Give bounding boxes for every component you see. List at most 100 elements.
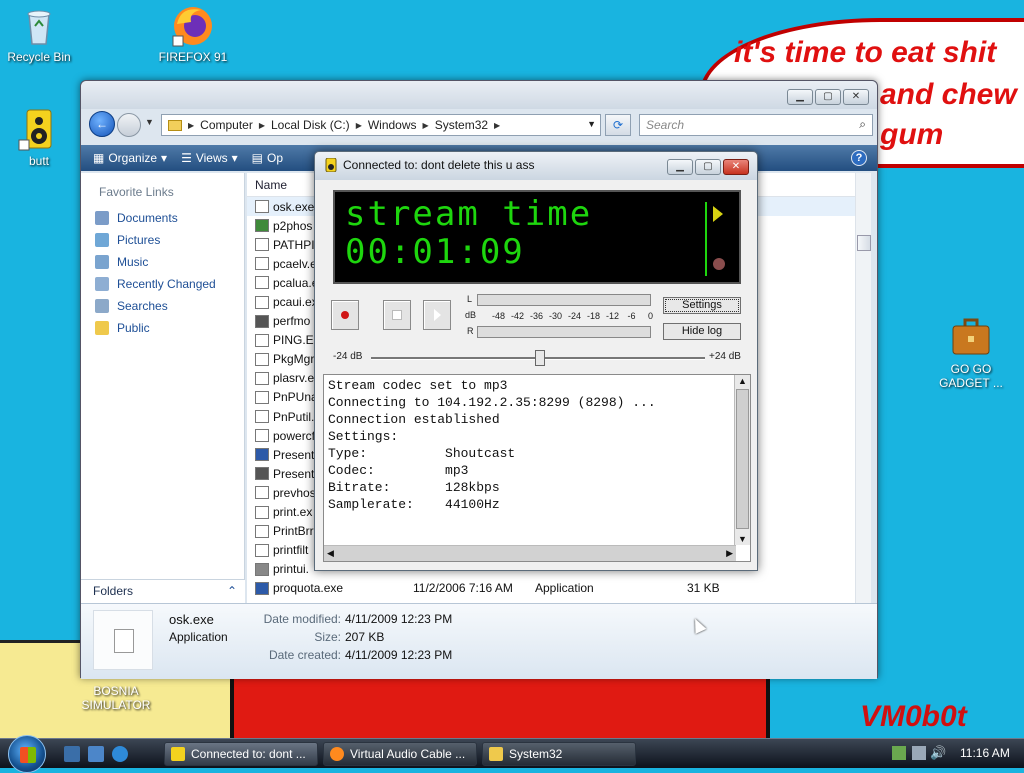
open-button[interactable]: ▤ Op	[252, 151, 283, 165]
start-button[interactable]	[8, 735, 46, 773]
organize-menu[interactable]: ▦ Organize ▾	[93, 151, 167, 165]
minimize-button[interactable]: ▁	[667, 159, 693, 175]
file-icon	[255, 333, 269, 347]
file-icon	[255, 543, 269, 557]
help-icon[interactable]: ?	[851, 150, 867, 166]
nav-link-pictures[interactable]: Pictures	[81, 229, 244, 251]
bubble-line-3: gum	[880, 118, 944, 151]
scroll-down-icon[interactable]: ▼	[738, 534, 747, 544]
scrollbar-thumb[interactable]	[857, 235, 871, 251]
stop-button[interactable]	[383, 300, 411, 330]
internet-explorer-icon[interactable]	[112, 746, 128, 762]
nav-link-documents[interactable]: Documents	[81, 207, 244, 229]
action-center-icon[interactable]	[912, 746, 926, 760]
scroll-left-icon[interactable]: ◀	[327, 548, 334, 559]
file-icon	[255, 505, 269, 519]
chevron-right-icon[interactable]: ▶	[356, 121, 362, 130]
file-icon	[255, 390, 269, 404]
search-input[interactable]: Search ⌕	[639, 114, 873, 136]
folder-icon	[168, 119, 182, 131]
butt-window: Connected to: dont delete this u ass ▁ ▢…	[314, 151, 758, 571]
switch-windows-icon[interactable]	[88, 746, 104, 762]
show-desktop-icon[interactable]	[64, 746, 80, 762]
breadcrumb-local-disk[interactable]: Local Disk (C:)	[271, 118, 350, 132]
chevron-down-icon: ▾	[161, 151, 168, 165]
nav-link-public[interactable]: Public	[81, 317, 244, 339]
scroll-up-icon[interactable]: ▲	[738, 376, 747, 386]
desktop-icon-recycle-bin[interactable]: Recycle Bin	[0, 4, 84, 64]
taskbar-button-system32[interactable]: System32	[482, 742, 636, 766]
clock[interactable]: 11:16 AM	[960, 746, 1010, 760]
file-icon	[255, 219, 269, 233]
explorer-titlebar[interactable]: ▁ ▢ ✕	[81, 81, 877, 109]
file-icon	[255, 448, 269, 462]
breadcrumb-windows[interactable]: Windows	[368, 118, 417, 132]
bubble-line-2: and chew	[880, 78, 1017, 111]
file-name: Present	[273, 466, 315, 481]
chevron-right-icon[interactable]: ▶	[259, 121, 265, 130]
address-bar[interactable]: ▶ Computer ▶ Local Disk (C:) ▶ Windows ▶…	[161, 114, 601, 136]
taskbar-button-butt[interactable]: Connected to: dont ...	[164, 742, 318, 766]
breadcrumb-computer[interactable]: Computer	[200, 118, 253, 132]
volume-icon[interactable]: 🔊	[930, 746, 946, 760]
nav-link-music[interactable]: Music	[81, 251, 244, 273]
gain-slider-thumb[interactable]	[535, 350, 545, 366]
close-button[interactable]: ✕	[843, 89, 869, 105]
log-horizontal-scrollbar[interactable]: ◀ ▶	[324, 545, 736, 561]
desktop-icon-bosnia-simulator[interactable]: BOSNIA SIMULATOR	[71, 684, 161, 712]
views-menu[interactable]: ☰ Views ▾	[181, 151, 238, 165]
butt-titlebar[interactable]: Connected to: dont delete this u ass ▁ ▢…	[315, 152, 757, 180]
taskbar-button-virtual-audio-cable[interactable]: Virtual Audio Cable ...	[323, 742, 477, 766]
file-date: 11/2/2006 7:16 AM	[413, 581, 513, 596]
breadcrumb-system32[interactable]: System32	[435, 118, 488, 132]
scrollbar-thumb[interactable]	[736, 389, 749, 529]
search-icon[interactable]: ⌕	[859, 117, 866, 132]
close-button[interactable]: ✕	[723, 159, 749, 175]
chevron-right-icon[interactable]: ▶	[188, 121, 194, 130]
nav-link-recently-changed[interactable]: Recently Changed	[81, 273, 244, 295]
log-text: Stream codec set to mp3 Connecting to 104…	[328, 377, 656, 513]
file-list-scrollbar[interactable]	[855, 173, 871, 603]
nav-link-searches[interactable]: Searches	[81, 295, 244, 317]
network-icon[interactable]	[892, 746, 906, 760]
chevron-right-icon[interactable]: ▶	[494, 121, 500, 130]
desktop-icon-firefox[interactable]: FIREFOX 91	[148, 4, 238, 64]
folder-icon	[489, 747, 503, 761]
log-vertical-scrollbar[interactable]: ▲ ▼	[734, 375, 750, 545]
folders-toggle[interactable]: Folders ⌃	[81, 579, 245, 603]
address-row: ← ▼ ▶ Computer ▶ Local Disk (C:) ▶ Windo…	[87, 111, 873, 139]
taskbar: Connected to: dont ... Virtual Audio Cab…	[0, 735, 1024, 773]
file-name: printfilt	[273, 543, 309, 558]
minimize-button[interactable]: ▁	[787, 89, 813, 105]
chevron-right-icon[interactable]: ▶	[423, 121, 429, 130]
details-created-label: Date created:	[268, 648, 341, 662]
table-row[interactable]: proquota.exe 11/2/2006 7:16 AM Applicati…	[247, 579, 869, 598]
file-icon	[255, 238, 269, 252]
file-name: pcaui.ex	[273, 295, 318, 310]
forward-button[interactable]	[117, 113, 141, 137]
scroll-right-icon[interactable]: ▶	[726, 548, 733, 559]
hide-log-button[interactable]: Hide log	[663, 323, 741, 340]
gain-min-label: -24 dB	[333, 351, 363, 362]
searches-icon	[95, 299, 109, 313]
maximize-button[interactable]: ▢	[695, 159, 721, 175]
desktop-icon-go-go-gadget[interactable]: GO GO GADGET ...	[926, 316, 1016, 390]
refresh-button[interactable]: ⟳	[605, 114, 631, 136]
desktop-icon-butt[interactable]: butt	[0, 108, 84, 168]
record-button[interactable]	[331, 300, 359, 330]
play-button[interactable]	[423, 300, 451, 330]
recent-pages-dropdown[interactable]: ▼	[145, 117, 154, 127]
vu-left-bar	[477, 294, 651, 306]
play-icon	[434, 309, 441, 321]
log-panel[interactable]: Stream codec set to mp3 Connecting to 104…	[323, 374, 751, 562]
file-name: printui.	[273, 562, 310, 577]
organize-icon: ▦	[93, 151, 105, 165]
windows-logo-icon	[20, 747, 36, 763]
file-name: proquota.exe	[273, 581, 344, 596]
record-icon	[341, 311, 349, 319]
address-dropdown-icon[interactable]: ▼	[587, 119, 596, 129]
maximize-button[interactable]: ▢	[815, 89, 841, 105]
back-button[interactable]: ←	[89, 111, 115, 137]
settings-button[interactable]: Settings	[663, 297, 741, 314]
gain-max-label: +24 dB	[709, 351, 741, 362]
